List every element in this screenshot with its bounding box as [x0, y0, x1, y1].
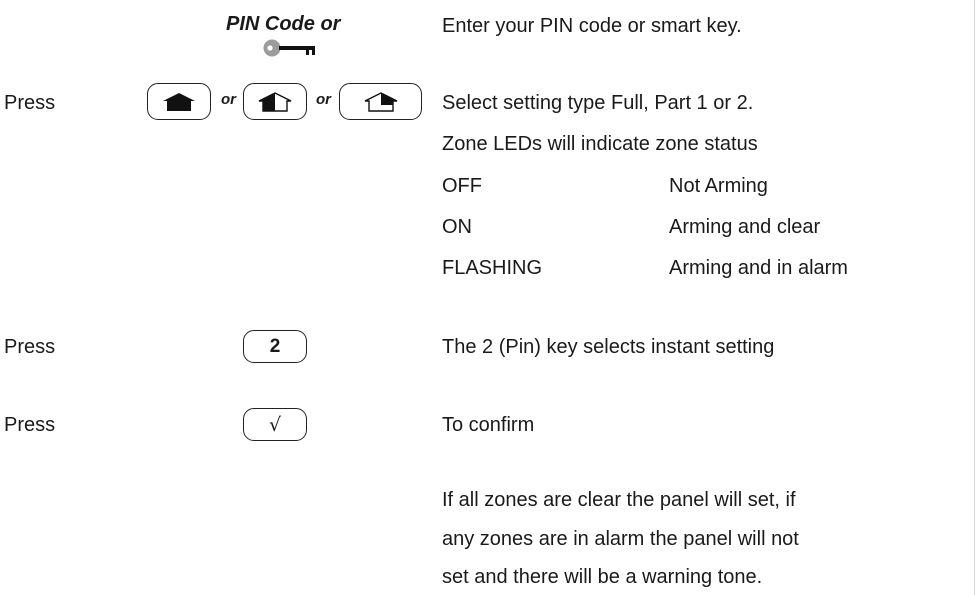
setting-type-instruction: Select setting type Full, Part 1 or 2.	[442, 92, 754, 114]
part-set-1-key-icon	[258, 91, 292, 112]
confirm-instruction: To confirm	[442, 414, 535, 436]
zone-led-note: Zone LEDs will indicate zone status	[442, 133, 758, 155]
press-label-instant: Press	[4, 336, 56, 358]
led-meaning-off: Not Arming	[669, 175, 768, 197]
or-separator-1: or	[221, 91, 236, 108]
part-set-2-key-button[interactable]	[339, 83, 422, 120]
result-line-2: any zones are in alarm the panel will no…	[442, 528, 799, 550]
part-set-2-key-icon	[364, 91, 398, 112]
led-meaning-on: Arming and clear	[669, 216, 821, 238]
page-edge-rule	[974, 0, 975, 595]
full-set-key-button[interactable]	[147, 83, 211, 120]
check-icon: √	[268, 413, 282, 436]
key-2-label: 2	[269, 335, 281, 357]
result-line-1: If all zones are clear the panel will se…	[442, 489, 796, 511]
part-set-1-key-button[interactable]	[243, 83, 307, 120]
led-state-off: OFF	[442, 175, 482, 197]
smart-key-icon	[263, 39, 323, 62]
led-state-flashing: FLASHING	[442, 257, 543, 279]
confirm-key-button[interactable]: √	[243, 408, 307, 441]
led-meaning-flashing: Arming and in alarm	[669, 257, 848, 279]
press-label-setting: Press	[4, 92, 56, 114]
instant-setting-instruction: The 2 (Pin) key selects instant setting	[442, 336, 775, 358]
full-set-key-icon	[162, 92, 196, 112]
key-2-button[interactable]: 2	[243, 330, 307, 363]
pin-code-heading: PIN Code or	[226, 13, 341, 35]
result-line-3: set and there will be a warning tone.	[442, 566, 763, 588]
led-state-on: ON	[442, 216, 472, 238]
pin-instruction: Enter your PIN code or smart key.	[442, 15, 742, 37]
press-label-confirm: Press	[4, 414, 56, 436]
or-separator-2: or	[316, 91, 331, 108]
